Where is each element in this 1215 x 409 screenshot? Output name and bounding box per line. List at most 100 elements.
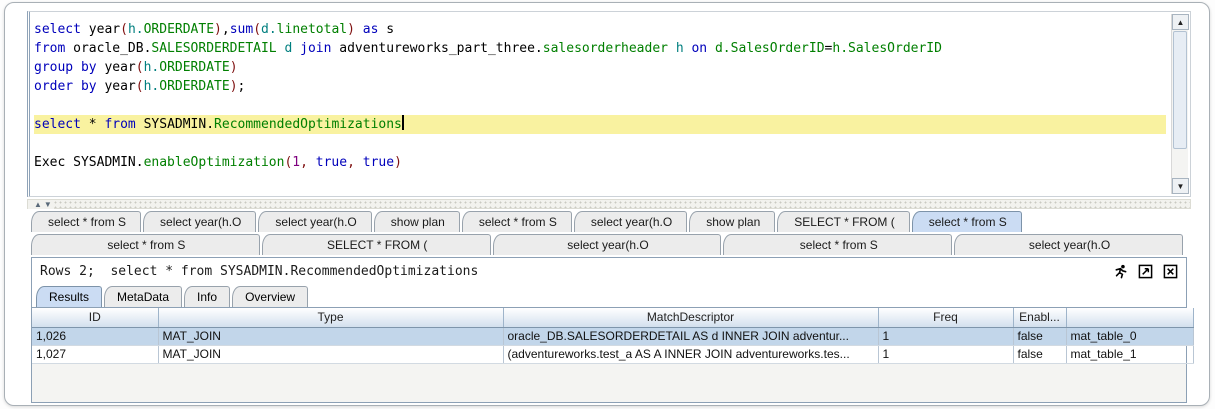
sql-token: sum bbox=[230, 22, 253, 37]
results-header: Rows 2; select * from SYSADMIN.Recommend… bbox=[32, 258, 1186, 284]
query-tab-r1-4[interactable]: select * from S bbox=[462, 211, 572, 232]
table-cell[interactable]: MAT_JOIN bbox=[158, 327, 503, 345]
sql-token: on bbox=[691, 41, 707, 56]
table-row[interactable]: 1,027MAT_JOIN(adventureworks.test_a AS A… bbox=[32, 345, 1193, 363]
results-table-header: IDTypeMatchDescriptorFreqEnabl... bbox=[32, 308, 1193, 327]
table-cell[interactable]: (adventureworks.test_a AS A INNER JOIN a… bbox=[503, 345, 878, 363]
table-cell[interactable]: 1 bbox=[878, 345, 1013, 363]
sql-token: salesorderheader bbox=[543, 41, 668, 56]
sql-token: ORDERDATE bbox=[159, 60, 229, 75]
scrollbar-thumb[interactable] bbox=[1173, 31, 1187, 149]
sql-token: oracle_DB. bbox=[65, 41, 151, 56]
sql-token bbox=[355, 22, 363, 37]
table-cell[interactable]: oracle_DB.SALESORDERDETAIL AS d INNER JO… bbox=[503, 327, 878, 345]
sql-token bbox=[355, 155, 363, 170]
sql-token: ) bbox=[394, 155, 402, 170]
results-tab-3[interactable]: Overview bbox=[232, 286, 308, 307]
sql-token: h bbox=[668, 41, 691, 56]
sql-token: select bbox=[34, 117, 81, 132]
query-tab-row-1: select * from Sselect year(h.Oselect yea… bbox=[31, 210, 1191, 232]
scroll-down-button[interactable]: ▼ bbox=[1172, 178, 1189, 194]
sql-code-line[interactable]: from oracle_DB.SALESORDERDETAIL d join a… bbox=[34, 39, 1166, 58]
sql-token: order by bbox=[34, 79, 97, 94]
sql-code-line[interactable]: select * from SYSADMIN.RecommendedOptimi… bbox=[34, 115, 1166, 134]
sql-editor-panel: select year(h.ORDERDATE),sum(d.linetotal… bbox=[27, 11, 1191, 197]
column-header[interactable]: ID bbox=[32, 308, 158, 327]
sql-token: from bbox=[34, 41, 65, 56]
query-tab-r1-8[interactable]: select * from S bbox=[912, 211, 1022, 232]
sql-token: ( bbox=[120, 22, 128, 37]
sql-code-line[interactable]: Exec SYSADMIN.enableOptimization(1, true… bbox=[34, 153, 1166, 172]
sql-token: as bbox=[363, 22, 379, 37]
results-tab-2[interactable]: Info bbox=[184, 286, 230, 307]
sql-editor[interactable]: select year(h.ORDERDATE),sum(d.linetotal… bbox=[34, 20, 1166, 194]
sql-token: 1 bbox=[292, 155, 300, 170]
column-header[interactable] bbox=[1066, 308, 1193, 327]
table-cell[interactable]: MAT_JOIN bbox=[158, 345, 503, 363]
scroll-up-button[interactable]: ▲ bbox=[1172, 14, 1189, 30]
query-tab-r2-4[interactable]: select year(h.O bbox=[954, 234, 1183, 255]
table-cell[interactable]: false bbox=[1013, 345, 1066, 363]
table-cell[interactable]: 1,026 bbox=[32, 327, 158, 345]
editor-vertical-scrollbar[interactable]: ▲ ▼ bbox=[1171, 14, 1188, 194]
sql-token: d.SalesOrderID bbox=[707, 41, 824, 56]
sql-token: from bbox=[104, 117, 135, 132]
query-tab-r1-0[interactable]: select * from S bbox=[31, 211, 141, 232]
sql-code-line[interactable]: group by year(h.ORDERDATE) bbox=[34, 58, 1166, 77]
sql-token: adventureworks_part_three. bbox=[331, 41, 542, 56]
sql-token: year bbox=[97, 60, 136, 75]
query-tab-r2-3[interactable]: select * from S bbox=[723, 234, 952, 255]
sql-token: h. bbox=[128, 22, 144, 37]
results-panel: Rows 2; select * from SYSADMIN.Recommend… bbox=[31, 257, 1187, 403]
table-cell[interactable]: 1 bbox=[878, 327, 1013, 345]
detach-window-icon[interactable] bbox=[1137, 263, 1153, 279]
sql-token: select bbox=[34, 22, 81, 37]
table-cell[interactable]: 1,027 bbox=[32, 345, 158, 363]
column-header[interactable]: Freq bbox=[878, 308, 1013, 327]
sql-token: ; bbox=[238, 79, 246, 94]
sql-token: RecommendedOptimizations bbox=[214, 117, 402, 132]
table-cell[interactable]: mat_table_0 bbox=[1066, 327, 1193, 345]
table-cell[interactable]: mat_table_1 bbox=[1066, 345, 1193, 363]
sql-token: d. bbox=[261, 22, 277, 37]
query-tab-r1-3[interactable]: show plan bbox=[374, 211, 460, 232]
sql-token: d bbox=[277, 41, 300, 56]
query-tab-r1-5[interactable]: select year(h.O bbox=[574, 211, 687, 232]
sql-token: ) bbox=[230, 60, 238, 75]
results-tab-0[interactable]: Results bbox=[36, 286, 102, 307]
sql-code-line[interactable]: select year(h.ORDERDATE),sum(d.linetotal… bbox=[34, 20, 1166, 39]
splitter-collapse-icon[interactable]: ▲▼ bbox=[28, 200, 54, 209]
run-query-icon[interactable] bbox=[1112, 263, 1128, 279]
query-tab-r2-1[interactable]: SELECT * FROM ( bbox=[262, 234, 491, 255]
results-tab-1[interactable]: MetaData bbox=[104, 286, 182, 307]
table-cell[interactable]: false bbox=[1013, 327, 1066, 345]
sql-token: ( bbox=[136, 60, 144, 75]
split-pane-divider[interactable]: ▲▼ bbox=[27, 199, 1191, 209]
query-tab-r1-7[interactable]: SELECT * FROM ( bbox=[777, 211, 909, 232]
sql-token: SALESORDERDETAIL bbox=[151, 41, 276, 56]
query-tab-r2-2[interactable]: select year(h.O bbox=[493, 234, 722, 255]
query-tab-r1-1[interactable]: select year(h.O bbox=[143, 211, 256, 232]
sql-token: h.SalesOrderID bbox=[832, 41, 942, 56]
sql-token: true bbox=[316, 155, 347, 170]
sql-code-line[interactable] bbox=[34, 96, 1166, 115]
query-tab-r1-6[interactable]: show plan bbox=[689, 211, 775, 232]
sql-token: h. bbox=[144, 60, 160, 75]
close-panel-icon[interactable] bbox=[1162, 263, 1178, 279]
sql-client-window: select year(h.ORDERDATE),sum(d.linetotal… bbox=[4, 2, 1210, 406]
sql-code-line[interactable] bbox=[34, 134, 1166, 153]
query-tab-r1-2[interactable]: select year(h.O bbox=[258, 211, 371, 232]
sql-code-line[interactable]: order by year(h.ORDERDATE); bbox=[34, 77, 1166, 96]
table-row[interactable]: 1,026MAT_JOINoracle_DB.SALESORDERDETAIL … bbox=[32, 327, 1193, 345]
sql-token: h. bbox=[144, 79, 160, 94]
column-header[interactable]: Type bbox=[158, 308, 503, 327]
sql-token: join bbox=[300, 41, 331, 56]
query-tab-r2-0[interactable]: select * from S bbox=[31, 234, 260, 255]
column-header[interactable]: Enabl... bbox=[1013, 308, 1066, 327]
sql-token: true bbox=[363, 155, 394, 170]
sql-token: year bbox=[97, 79, 136, 94]
column-header[interactable]: MatchDescriptor bbox=[503, 308, 878, 327]
sql-token: , bbox=[222, 22, 230, 37]
query-tab-row-2: select * from SSELECT * FROM (select yea… bbox=[31, 233, 1185, 255]
sql-token: ORDERDATE bbox=[159, 79, 229, 94]
